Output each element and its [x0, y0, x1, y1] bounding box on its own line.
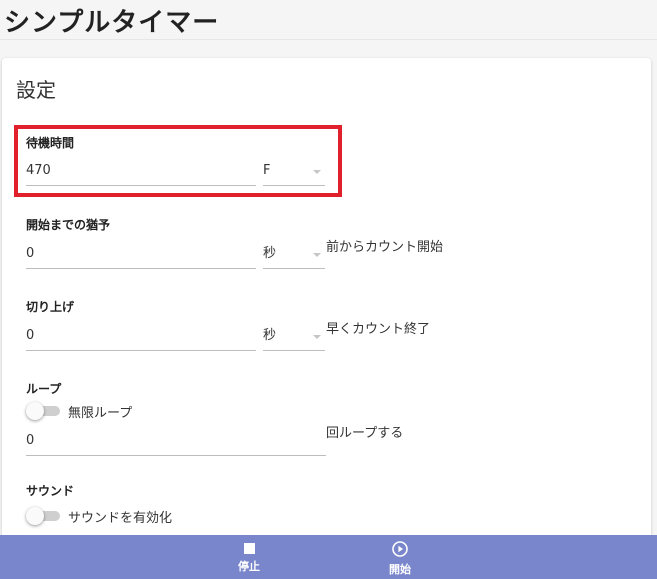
grace-input[interactable]: 0 [26, 240, 256, 269]
sound-label: サウンド [26, 484, 75, 498]
wait-time-unit-select[interactable]: F [263, 157, 325, 186]
stop-button[interactable]: 停止 [219, 541, 279, 574]
wait-time-label: 待機時間 [26, 136, 75, 150]
settings-card: 設定 待機時間 470 F 開始までの猶予 0 秒 前からカウント開始 切り上げ… [2, 58, 651, 538]
chevron-down-icon [313, 335, 321, 339]
wait-time-unit-value: F [263, 163, 271, 178]
bottom-action-bar: 停止 開始 [0, 535, 657, 579]
sound-toggle[interactable] [26, 507, 62, 525]
stop-label: 停止 [238, 560, 260, 573]
round-up-input[interactable]: 0 [26, 322, 256, 351]
toggle-thumb [26, 402, 44, 420]
grace-suffix: 前からカウント開始 [326, 240, 444, 255]
round-up-label: 切り上げ [26, 300, 75, 314]
chevron-down-icon [313, 253, 321, 257]
infinite-loop-toggle[interactable] [26, 402, 62, 420]
wait-time-input[interactable]: 470 [26, 157, 256, 186]
infinite-loop-label: 無限ループ [68, 406, 133, 421]
grace-label: 開始までの猶予 [26, 218, 111, 232]
play-circle-icon [392, 541, 408, 557]
round-up-unit-value: 秒 [263, 328, 277, 343]
start-label: 開始 [389, 563, 411, 576]
grace-unit-select[interactable]: 秒 [263, 240, 325, 269]
chevron-down-icon [313, 170, 321, 174]
loop-label: ループ [26, 382, 62, 396]
toggle-thumb [26, 507, 44, 525]
round-up-unit-select[interactable]: 秒 [263, 322, 325, 351]
sound-toggle-label: サウンドを有効化 [68, 511, 173, 526]
title-divider [0, 39, 657, 40]
start-button[interactable]: 開始 [370, 541, 430, 577]
loop-count-input[interactable]: 0 [26, 427, 326, 456]
loop-suffix: 回ループする [326, 426, 404, 441]
stop-icon [243, 543, 255, 554]
settings-title: 設定 [16, 78, 56, 102]
app-title: シンプルタイマー [4, 8, 220, 38]
round-up-suffix: 早くカウント終了 [326, 322, 431, 337]
grace-unit-value: 秒 [263, 246, 277, 261]
